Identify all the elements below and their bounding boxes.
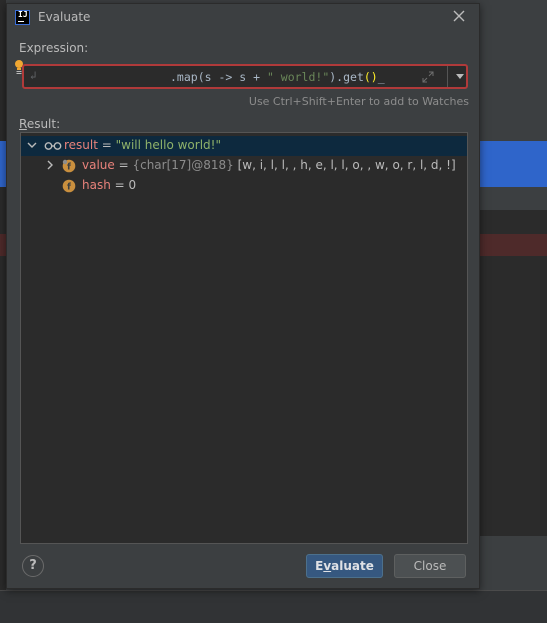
tree-row-result[interactable]: result = "will hello world!" [21,136,467,156]
intellij-app-icon: IJ [15,10,30,25]
app-icon-text: IJ [18,10,28,19]
expression-label: Expression: [19,41,89,55]
field-icon: f [62,179,76,193]
ide-background-strip [480,188,547,210]
evaluate-button[interactable]: Evaluate [306,554,383,578]
expand-editor-icon[interactable] [422,71,434,83]
ide-selection-right [480,141,547,187]
value-entry: value = {char[17]@818} [w, i, l, l, , h,… [82,158,456,172]
expression-code[interactable]: .map(s -> s + " world!").get()_ [170,70,385,84]
ide-editor-line [480,210,547,234]
chevron-right-icon[interactable] [45,160,55,170]
result-label: Result: [19,117,61,131]
window-title: Evaluate [38,10,91,24]
ide-editor-area [480,256,547,536]
watch-glasses-icon [44,142,62,150]
field-icon: f [62,159,76,173]
evaluate-dialog: IJ Evaluate Expression: ↲ .map(s -> s + … [6,3,480,589]
ide-status-area [0,590,547,623]
multiline-enter-icon: ↲ [30,69,37,82]
expression-input[interactable]: ↲ .map(s -> s + " world!").get()_ [22,64,468,89]
chevron-down-icon[interactable] [27,140,37,150]
close-icon[interactable] [451,8,467,24]
close-button[interactable]: Close [394,554,466,578]
hash-entry: hash = 0 [82,178,137,192]
title-bar[interactable]: IJ Evaluate [7,4,479,32]
svg-text:f: f [67,163,71,173]
watches-hint: Use Ctrl+Shift+Enter to add to Watches [248,95,469,108]
result-entry: result = "will hello world!" [64,138,221,152]
svg-text:f: f [67,183,71,193]
ide-error-line-right [480,234,547,256]
tree-row-value[interactable]: f value = {char[17]@818} [w, i, l, l, , … [21,156,467,176]
dropdown-separator [447,66,448,87]
tree-row-hash[interactable]: f hash = 0 [21,176,467,196]
history-dropdown-icon[interactable] [455,71,465,81]
help-button[interactable]: ? [22,555,44,577]
result-tree[interactable]: result = "will hello world!" f value = {… [20,132,468,544]
